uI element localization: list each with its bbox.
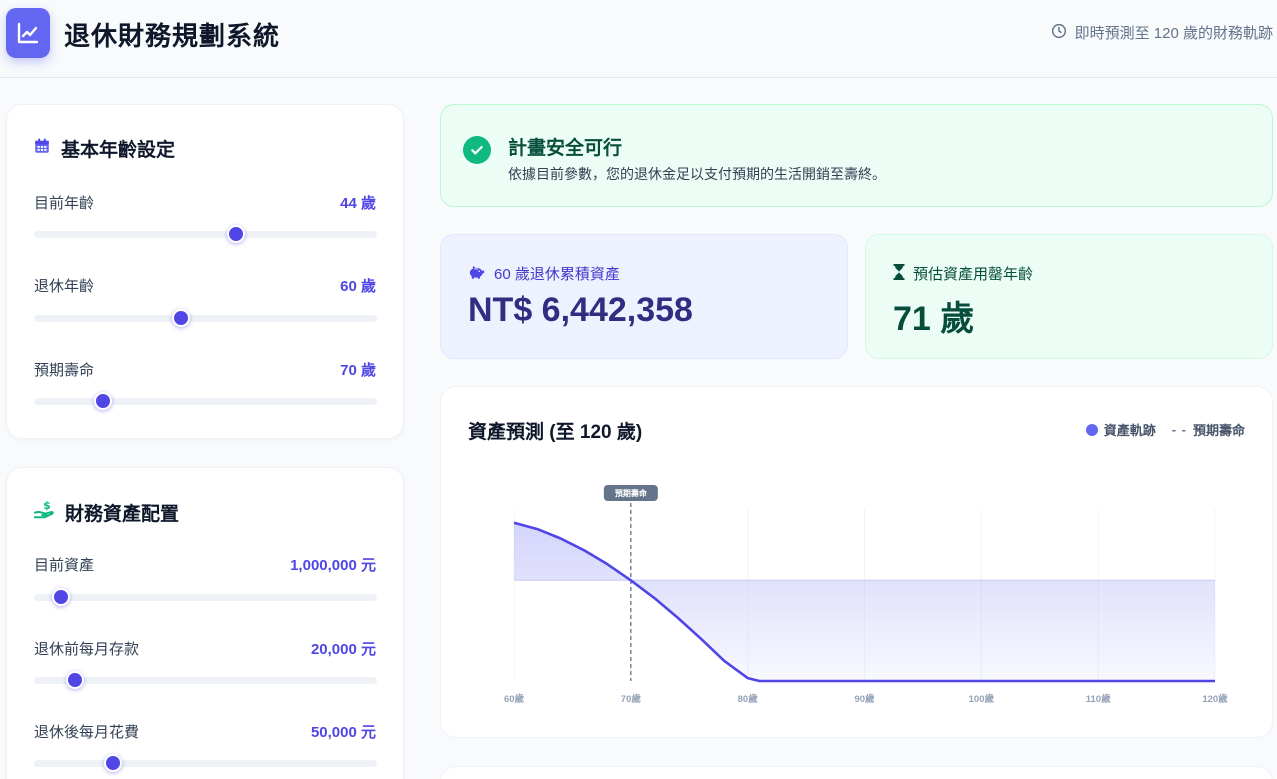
alert-title: 計畫安全可行	[508, 138, 623, 159]
current-assets-label: 目前資產	[34, 557, 95, 574]
piggy-bank-icon	[468, 264, 486, 284]
x-tick-label: 70歲	[621, 693, 642, 705]
current-assets-slider[interactable]	[34, 588, 377, 606]
age-settings-title-text: 基本年齡設定	[61, 140, 176, 161]
current-age-value: 44 歲	[340, 195, 376, 212]
finance-settings-card: $ 財務資產配置 目前資產 1,000,000 元 退休前每月存款 20,000…	[6, 467, 404, 779]
depletion-age-label-text: 預估資產用罄年齡	[913, 266, 1034, 283]
app-header: 退休財務規劃系統 即時預測至 120 歲的財務軌跡	[0, 0, 1277, 78]
life-expectancy-tag-label: 預期壽命	[615, 488, 648, 498]
monthly-saving-value: 20,000 元	[310, 641, 376, 658]
calendar-icon	[33, 137, 51, 161]
legend-assets-label: 資產軌跡	[1103, 423, 1156, 438]
life-expectancy-slider[interactable]	[34, 392, 377, 410]
header-status: 即時預測至 120 歲的財務軌跡	[1051, 22, 1273, 43]
plan-status-alert: 計畫安全可行 依據目前參數，您的退休金足以支付預期的生活開銷至壽終。	[440, 104, 1273, 207]
current-age-label: 目前年齡	[34, 195, 95, 212]
asset-projection-card: 預期壽命 60歲 70歲 80歲 90歲 100歲 110歲 120歲 資產預測 (至 120…	[440, 386, 1273, 738]
accumulated-assets-value: NT$ 6,442,358	[468, 291, 693, 329]
monthly-spending-slider[interactable]	[34, 754, 377, 772]
current-assets-slider-thumb[interactable]	[52, 588, 71, 606]
current-age-slider[interactable]	[34, 225, 377, 243]
age-settings-card: 基本年齡設定 目前年齡 44 歲 退休年齡 60 歲 預期壽命 70 歲	[6, 104, 404, 439]
legend-dot	[1085, 423, 1098, 436]
svg-text:$: $	[43, 499, 51, 512]
x-tick-label: 80歲	[738, 693, 759, 705]
x-tick-label: 120歲	[1202, 693, 1228, 705]
x-tick-label: 90歲	[854, 693, 875, 705]
monthly-spending-value: 50,000 元	[310, 724, 376, 741]
accumulated-assets-label: 60 歲退休累積資產	[468, 263, 620, 284]
x-tick-label: 110歲	[1086, 693, 1111, 705]
x-tick-label: 60歲	[504, 693, 525, 705]
life-expectancy-value: 70 歲	[340, 362, 376, 379]
age-settings-title: 基本年齡設定	[33, 135, 175, 162]
legend-item-expectancy: - - 預期壽命	[1172, 420, 1245, 439]
money-hand-icon: $	[33, 498, 55, 526]
header-subtitle: 即時預測至 120 歲的財務軌跡	[1074, 25, 1273, 42]
current-assets-value: 1,000,000 元	[290, 557, 376, 574]
check-circle-icon	[463, 136, 491, 164]
life-expectancy-label: 預期壽命	[34, 362, 95, 379]
chart-line-icon	[6, 8, 50, 58]
monthly-saving-slider[interactable]	[34, 671, 377, 689]
monthly-saving-slider-thumb[interactable]	[66, 671, 85, 689]
monthly-spending-label: 退休後每月花費	[34, 724, 140, 741]
hourglass-icon	[893, 263, 905, 284]
accumulated-assets-card: 60 歲退休累積資產 NT$ 6,442,358	[440, 234, 848, 359]
finance-settings-title: $ 財務資產配置	[33, 498, 179, 526]
depletion-age-value: 71 歲	[893, 300, 975, 338]
chart-title: 資產預測 (至 120 歲)	[468, 422, 643, 443]
x-tick-label: 100歲	[969, 693, 995, 705]
chart-legend: 資產軌跡 - - 預期壽命	[1085, 420, 1245, 439]
app-title: 退休財務規劃系統	[64, 21, 281, 51]
next-card	[440, 766, 1273, 779]
retire-age-value: 60 歲	[340, 278, 376, 295]
legend-item-assets: 資產軌跡	[1085, 420, 1156, 439]
retire-age-slider[interactable]	[34, 309, 377, 327]
depletion-age-label: 預估資產用罄年齡	[893, 263, 1033, 284]
alert-description: 依據目前參數，您的退休金足以支付預期的生活開銷至壽終。	[508, 166, 886, 182]
current-age-slider-thumb[interactable]	[227, 225, 246, 243]
legend-dash: - -	[1171, 422, 1187, 437]
retire-age-label: 退休年齡	[34, 278, 95, 295]
retire-age-slider-thumb[interactable]	[172, 309, 191, 327]
depletion-age-card: 預估資產用罄年齡 71 歲	[865, 234, 1273, 359]
monthly-spending-slider-thumb[interactable]	[103, 754, 122, 772]
life-expectancy-slider-thumb[interactable]	[93, 392, 112, 410]
finance-settings-title-text: 財務資產配置	[65, 503, 180, 525]
legend-expectancy-label: 預期壽命	[1192, 423, 1245, 438]
accumulated-assets-label-text: 60 歲退休累積資產	[494, 266, 620, 283]
monthly-saving-label: 退休前每月存款	[34, 641, 140, 658]
clock-icon	[1051, 23, 1067, 43]
